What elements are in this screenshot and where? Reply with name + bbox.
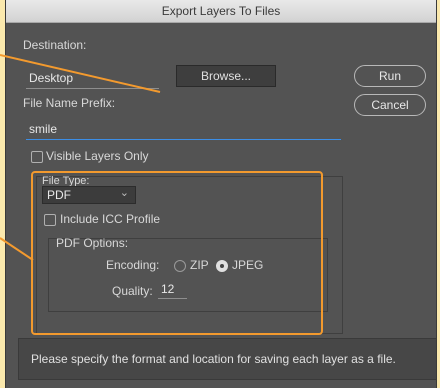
annotation-arrow-file-type bbox=[0, 237, 34, 261]
annotation-arrows bbox=[0, 54, 161, 261]
annotation-arrow-destination bbox=[0, 54, 161, 93]
